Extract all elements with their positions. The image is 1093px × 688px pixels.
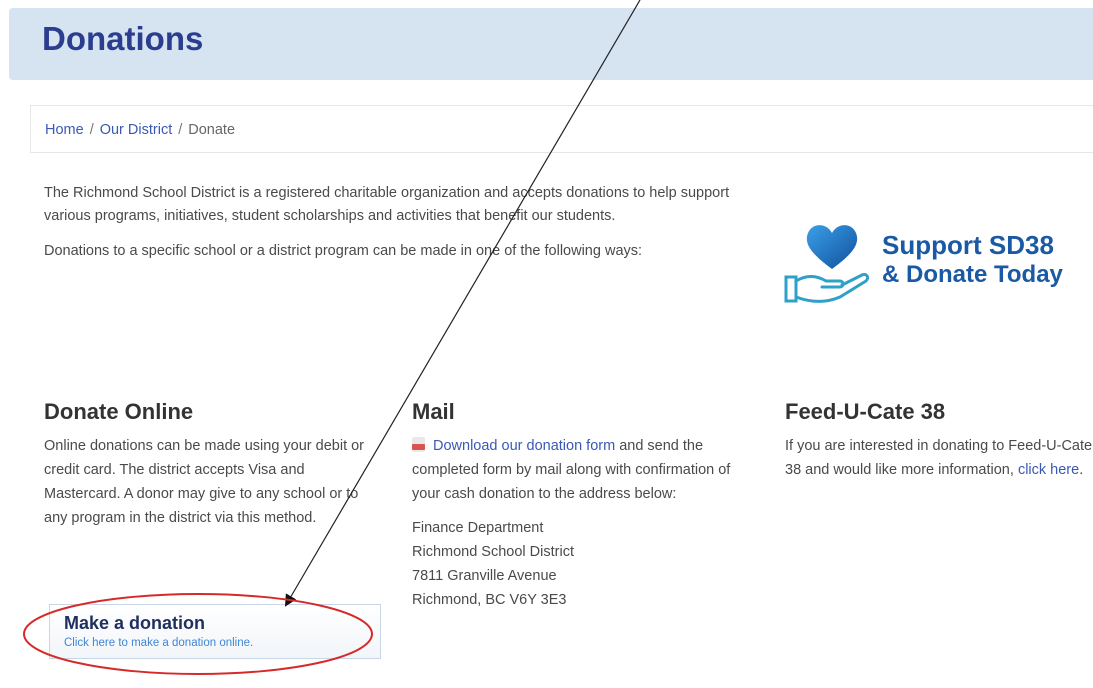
breadcrumb-separator: /	[89, 122, 94, 138]
badge-line-1: Support SD38	[882, 230, 1054, 260]
badge-line-2: & Donate Today	[882, 261, 1063, 288]
heart-hand-icon	[784, 225, 870, 303]
address-line: Richmond, BC V6Y 3E3	[412, 592, 567, 608]
address-line: 7811 Granville Avenue	[412, 568, 557, 584]
intro-paragraph: The Richmond School District is a regist…	[44, 185, 730, 224]
feed-u-cate-link[interactable]: click here	[1018, 462, 1079, 478]
pdf-icon	[412, 437, 425, 452]
mail-section: Mail Download our donation form and send…	[412, 398, 752, 612]
breadcrumb: Home / Our District / Donate	[30, 105, 1093, 153]
donate-online-heading: Donate Online	[44, 399, 194, 424]
support-sd38-badge[interactable]: Support SD38 & Donate Today	[782, 217, 1092, 312]
breadcrumb-home[interactable]: Home	[45, 122, 84, 138]
feed-u-cate-heading: Feed-U-Cate 38	[785, 399, 946, 424]
address-line: Richmond School District	[412, 544, 574, 560]
page-title: Donations	[42, 20, 204, 57]
address-line: Finance Department	[412, 520, 544, 536]
feed-u-cate-section: Feed-U-Cate 38 If you are interested in …	[785, 398, 1093, 482]
donation-form-link[interactable]: Download our donation form	[433, 438, 615, 454]
mail-heading: Mail	[412, 399, 455, 424]
donate-online-text: Online donations can be made using your …	[44, 438, 365, 526]
mailing-address: Finance Department Richmond School Distr…	[412, 516, 752, 612]
feed-u-cate-period: .	[1079, 462, 1084, 478]
donate-online-section: Donate Online Online donations can be ma…	[44, 398, 384, 530]
breadcrumb-our-district[interactable]: Our District	[100, 122, 173, 138]
make-donation-subtitle: Click here to make a donation online.	[64, 637, 254, 649]
make-donation-button[interactable]: Make a donation Click here to make a don…	[49, 604, 381, 659]
make-donation-title: Make a donation	[64, 613, 206, 633]
feed-u-cate-text: If you are interested in donating to Fee…	[785, 434, 1093, 482]
breadcrumb-current: Donate	[188, 122, 236, 138]
breadcrumb-separator: /	[178, 122, 183, 138]
intro-text: The Richmond School District is a regist…	[44, 182, 764, 275]
intro-paragraph: Donations to a specific school or a dist…	[44, 243, 643, 259]
mail-text: Download our donation form and send the …	[412, 434, 752, 506]
badge-text: Support SD38 & Donate Today	[882, 230, 1063, 290]
